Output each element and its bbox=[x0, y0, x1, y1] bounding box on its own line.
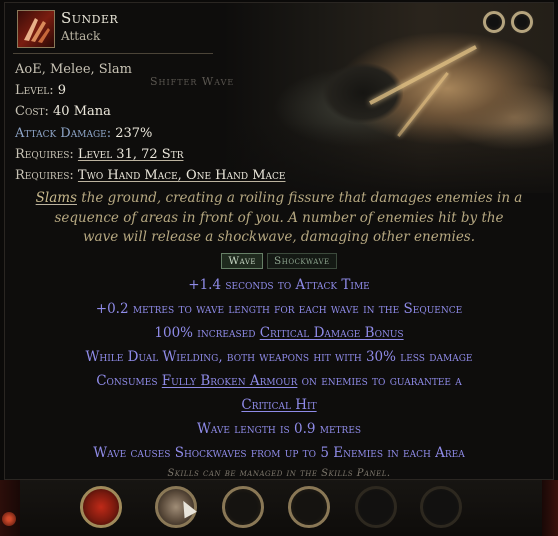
requires-level-row: Requires: Level 31, 72 Str bbox=[15, 144, 286, 165]
support-sockets bbox=[483, 11, 533, 33]
level-label: Level: bbox=[15, 83, 54, 99]
modifier-line: +1.4 seconds to Attack Time bbox=[188, 277, 370, 293]
modifier-line: While Dual Wielding, both weapons hit wi… bbox=[85, 349, 473, 365]
tooltip-footer: Skills can be managed in the Skills Pane… bbox=[167, 468, 391, 479]
fully-broken-armour-link[interactable]: Fully Broken Armour bbox=[162, 373, 298, 389]
description-text: the ground, creating a roiling fissure t… bbox=[54, 190, 523, 245]
modifier-line: Wave length is 0.9 metres bbox=[196, 421, 362, 437]
skill-slot-5[interactable] bbox=[355, 486, 397, 528]
skill-slot-sunder[interactable] bbox=[80, 486, 122, 528]
requires-label: Requires: bbox=[15, 146, 74, 162]
skill-stats: AoE, Melee, Slam Level: 9 Cost: 40 Mana … bbox=[15, 59, 286, 186]
skill-type: Attack bbox=[61, 29, 101, 43]
attack-damage-label: Attack Damage: bbox=[15, 125, 112, 141]
skill-tags: AoE, Melee, Slam bbox=[15, 62, 132, 77]
requires-weapon-value[interactable]: Two Hand Mace, One Hand Mace bbox=[78, 168, 286, 183]
skill-slot-4[interactable] bbox=[288, 486, 330, 528]
modifier-line: Consumes Fully Broken Armour on enemies … bbox=[5, 369, 553, 393]
skill-bar bbox=[0, 480, 558, 536]
skill-bar-frame-left bbox=[0, 480, 20, 536]
support-socket-icon[interactable] bbox=[483, 11, 505, 33]
life-orb-icon bbox=[2, 512, 16, 526]
sunder-skill-icon bbox=[17, 10, 55, 48]
header-divider bbox=[13, 53, 213, 54]
tab-shockwave[interactable]: Shockwave bbox=[267, 253, 337, 269]
skill-modifiers: +1.4 seconds to Attack Time +0.2 metres … bbox=[5, 273, 553, 465]
skill-description: Slams the ground, creating a roiling fis… bbox=[35, 189, 523, 248]
modifier-line: Critical Hit bbox=[5, 393, 553, 417]
requires-weapon-row: Requires: Two Hand Mace, One Hand Mace bbox=[15, 165, 286, 186]
attack-damage-row: Attack Damage: 237% bbox=[15, 123, 286, 144]
modifier-line: Wave causes Shockwaves from up to 5 Enem… bbox=[93, 445, 465, 461]
attack-damage-value: 237% bbox=[115, 125, 153, 141]
skill-bar-frame-right bbox=[542, 480, 558, 536]
skill-slot-6[interactable] bbox=[420, 486, 462, 528]
modifier-text: on enemies to guarantee a bbox=[297, 373, 462, 389]
tab-wave[interactable]: Wave bbox=[221, 253, 264, 269]
skill-slot-3[interactable] bbox=[222, 486, 264, 528]
level-value: 9 bbox=[57, 83, 67, 99]
skill-tooltip: Shifter Wave Sunder Attack AoE, Melee, S… bbox=[4, 2, 554, 480]
support-socket-icon[interactable] bbox=[511, 11, 533, 33]
level-row: Level: 9 bbox=[15, 80, 286, 101]
cost-value: 40 Mana bbox=[53, 104, 111, 120]
modifier-line: 100% increased Critical Damage Bonus bbox=[5, 321, 553, 345]
modifier-line: +0.2 metres to wave length for each wave… bbox=[95, 301, 463, 317]
critical-hit-link[interactable]: Critical Hit bbox=[241, 397, 316, 413]
requires-label: Requires: bbox=[15, 168, 74, 184]
critical-damage-bonus-link[interactable]: Critical Damage Bonus bbox=[260, 325, 404, 341]
slams-keyword-link[interactable]: Slams bbox=[36, 190, 77, 206]
modifier-text: 100% increased bbox=[154, 325, 260, 341]
skill-name: Sunder bbox=[61, 9, 119, 27]
modifier-text: Consumes bbox=[96, 373, 162, 389]
skill-tabs: Wave Shockwave bbox=[5, 253, 553, 269]
requires-level-value[interactable]: Level 31, 72 Str bbox=[78, 147, 184, 162]
cost-row: Cost: 40 Mana bbox=[15, 101, 286, 122]
cost-label: Cost: bbox=[15, 104, 49, 120]
